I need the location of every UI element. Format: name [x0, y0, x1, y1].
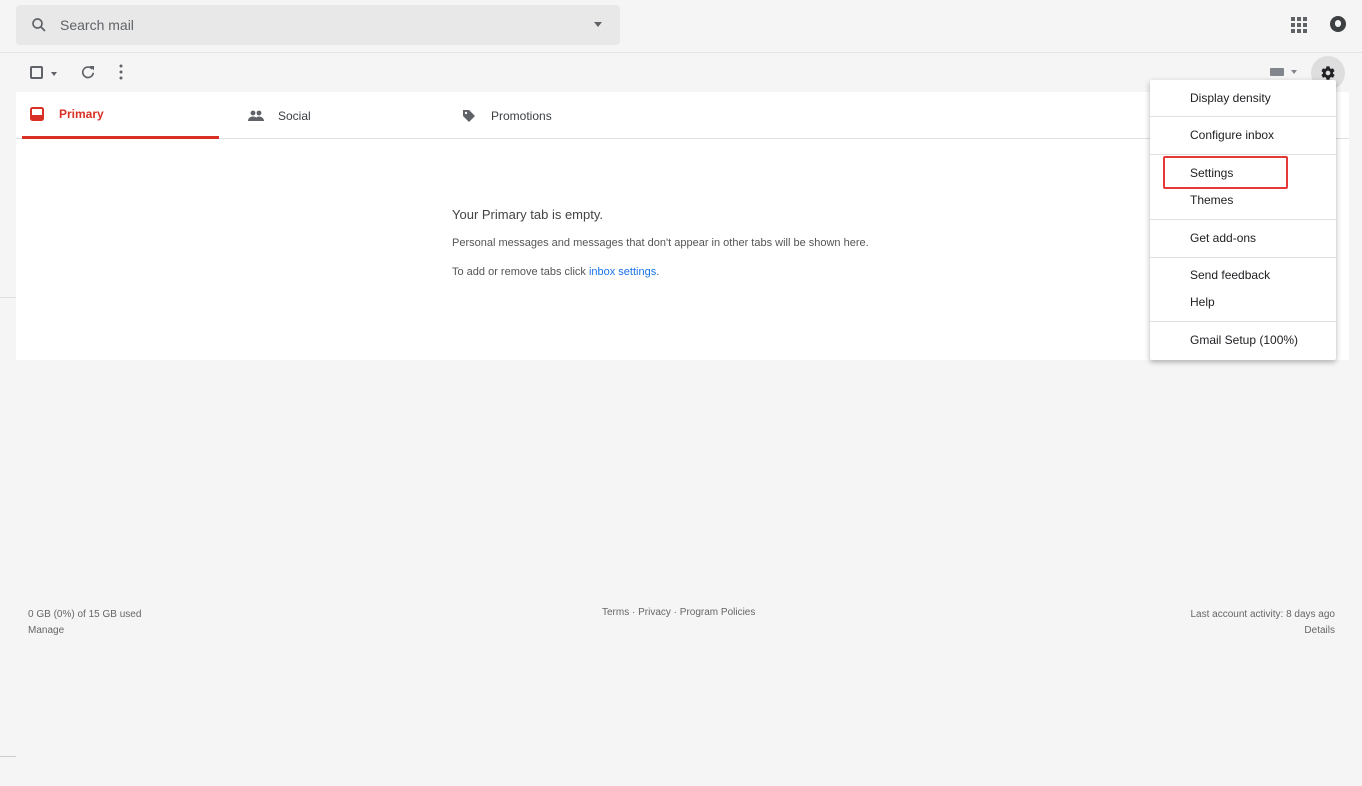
menu-item-help[interactable]: Help: [1190, 295, 1215, 309]
tab-primary[interactable]: Primary: [22, 92, 219, 139]
people-icon: [247, 107, 265, 125]
tag-icon: [460, 107, 478, 125]
last-activity: Last account activity: 8 days ago: [1190, 609, 1335, 620]
menu-item-get-add-ons[interactable]: Get add-ons: [1190, 231, 1256, 245]
inbox-icon: [28, 105, 46, 123]
account-icon[interactable]: [1330, 16, 1346, 32]
divider: [0, 297, 16, 298]
divider: [0, 756, 16, 757]
menu-item-send-feedback[interactable]: Send feedback: [1190, 268, 1270, 282]
keyboard-dropdown-icon[interactable]: [1291, 70, 1297, 74]
select-dropdown-icon[interactable]: [51, 72, 57, 76]
more-vert-icon[interactable]: [118, 63, 124, 81]
search-input[interactable]: Search mail: [60, 17, 134, 33]
menu-divider: [1150, 219, 1336, 220]
menu-item-display-density[interactable]: Display density: [1190, 91, 1271, 105]
menu-divider: [1150, 154, 1336, 155]
settings-highlight-box: [1163, 156, 1288, 189]
apps-grid-icon[interactable]: [1291, 17, 1307, 33]
empty-hint: To add or remove tabs click inbox settin…: [452, 266, 659, 278]
gear-icon: [1321, 66, 1335, 80]
footer-links[interactable]: Terms · Privacy · Program Policies: [602, 607, 755, 618]
empty-hint-prefix: To add or remove tabs click: [452, 266, 589, 278]
menu-item-gmail-setup[interactable]: Gmail Setup (100%): [1190, 333, 1298, 347]
search-bar[interactable]: Search mail: [16, 5, 620, 45]
search-icon[interactable]: [30, 16, 48, 34]
storage-usage: 0 GB (0%) of 15 GB used: [28, 609, 142, 620]
search-options-dropdown-icon[interactable]: [594, 22, 602, 27]
tab-social[interactable]: Social: [241, 92, 441, 139]
menu-divider: [1150, 321, 1336, 322]
settings-menu: Display density Configure inbox Settings…: [1150, 80, 1336, 360]
empty-title: Your Primary tab is empty.: [452, 207, 603, 222]
refresh-icon[interactable]: [79, 63, 97, 81]
menu-item-configure-inbox[interactable]: Configure inbox: [1190, 128, 1274, 142]
keyboard-icon[interactable]: [1270, 68, 1284, 76]
menu-divider: [1150, 116, 1336, 117]
empty-hint-suffix: .: [656, 266, 660, 278]
details-link[interactable]: Details: [1190, 623, 1335, 639]
inbox-settings-link[interactable]: inbox settings: [589, 266, 656, 278]
manage-link[interactable]: Manage: [28, 623, 141, 639]
menu-divider: [1150, 257, 1336, 258]
tab-social-label: Social: [278, 108, 311, 123]
tab-primary-label: Primary: [59, 107, 104, 121]
menu-item-themes[interactable]: Themes: [1190, 193, 1233, 207]
select-all-checkbox[interactable]: [30, 66, 43, 79]
empty-message: Personal messages and messages that don'…: [452, 237, 869, 249]
tab-promotions[interactable]: Promotions: [454, 92, 654, 139]
account-activity: Last account activity: 8 days ago Detail…: [1190, 607, 1335, 639]
tab-promotions-label: Promotions: [491, 108, 552, 123]
top-bar: Search mail: [0, 0, 1362, 52]
storage-info: 0 GB (0%) of 15 GB used Manage: [28, 607, 141, 639]
